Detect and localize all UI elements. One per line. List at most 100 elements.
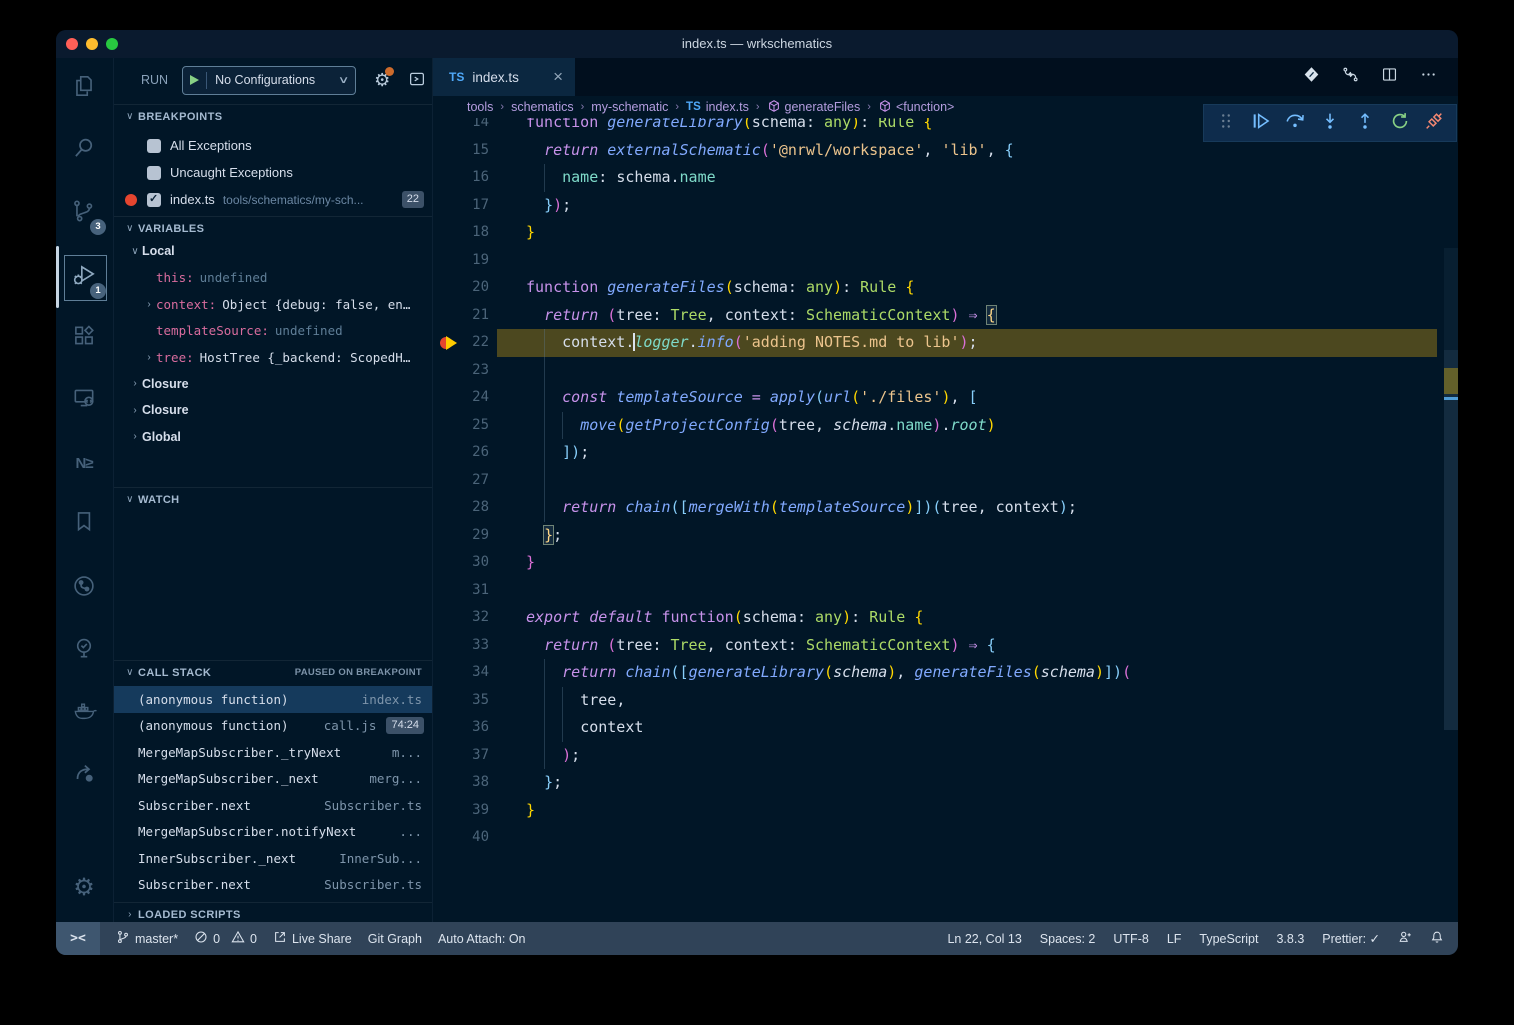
line-number[interactable]: 23: [433, 357, 489, 385]
breakpoint-checkbox[interactable]: [147, 166, 161, 180]
line-number[interactable]: 17: [433, 192, 489, 220]
line-number[interactable]: 21: [433, 302, 489, 330]
line-number[interactable]: 29: [433, 522, 489, 550]
call-stack-row[interactable]: InnerSubscriber._nextInnerSub...: [114, 845, 432, 872]
sidebar-item-search[interactable]: [56, 126, 112, 174]
line-number[interactable]: 34: [433, 659, 489, 687]
watch-section-header[interactable]: ∨ WATCH: [114, 487, 432, 512]
breakpoint-checkbox[interactable]: [147, 139, 161, 153]
status-item-ln-22-col-13[interactable]: Ln 22, Col 13: [947, 932, 1021, 946]
sidebar-item-explorer[interactable]: [56, 64, 112, 112]
call-stack-row[interactable]: (anonymous function)index.ts: [114, 686, 432, 713]
restart-button[interactable]: [1387, 110, 1413, 136]
variables-scope-row[interactable]: ›Closure: [114, 371, 432, 398]
debug-settings-gear-icon[interactable]: ⚙: [374, 70, 390, 91]
status-item-3-8-3[interactable]: 3.8.3: [1276, 932, 1304, 946]
line-number[interactable]: 37: [433, 742, 489, 770]
line-number[interactable]: 33: [433, 632, 489, 660]
line-number[interactable]: 35: [433, 687, 489, 715]
sidebar-item-remote-explorer[interactable]: [56, 376, 112, 424]
status-item-prettier-[interactable]: Prettier: ✓: [1322, 931, 1380, 946]
line-number[interactable]: 28: [433, 494, 489, 522]
drag-grip-button[interactable]: [1213, 110, 1239, 136]
status-item-bell[interactable]: [1430, 930, 1444, 947]
close-icon[interactable]: ×: [553, 67, 563, 87]
line-number[interactable]: 14: [433, 118, 489, 137]
remote-indicator[interactable]: ><: [56, 922, 100, 955]
line-number[interactable]: 39: [433, 797, 489, 825]
variables-scope-row[interactable]: ›Global: [114, 424, 432, 451]
breakpoint-row[interactable]: Uncaught Exceptions: [114, 159, 432, 186]
status-item-git-graph[interactable]: Git Graph: [368, 932, 422, 946]
variable-row[interactable]: ›tree:HostTree {_backend: ScopedH…: [114, 344, 432, 371]
line-number[interactable]: 31: [433, 577, 489, 605]
sidebar-item-git-graph[interactable]: [56, 564, 112, 612]
variable-row[interactable]: ›context:Object {debug: false, en…: [114, 291, 432, 318]
sidebar-item-live-share[interactable]: [56, 751, 112, 799]
more-actions-icon[interactable]: [1419, 65, 1438, 89]
status-item-lf[interactable]: LF: [1167, 932, 1182, 946]
sidebar-item-todo-tree[interactable]: [56, 626, 112, 674]
sidebar-item-bookmarks[interactable]: [56, 499, 112, 547]
call-stack-row[interactable]: Subscriber.nextSubscriber.ts: [114, 872, 432, 899]
sidebar-item-source-control[interactable]: 3: [56, 189, 112, 237]
step-into-button[interactable]: [1317, 110, 1343, 136]
split-editor-icon[interactable]: [1380, 65, 1399, 89]
line-number[interactable]: 30: [433, 549, 489, 577]
breakpoint-checkbox[interactable]: [147, 193, 161, 207]
breadcrumb-item[interactable]: TSindex.ts: [686, 100, 749, 114]
breakpoint-row[interactable]: All Exceptions: [114, 132, 432, 159]
code-area[interactable]: 14function generateLibrary(schema: any):…: [433, 118, 1458, 922]
overview-ruler[interactable]: [1444, 118, 1458, 922]
step-out-button[interactable]: [1352, 110, 1378, 136]
sidebar-item-settings[interactable]: ⚙: [56, 864, 112, 912]
line-number[interactable]: 40: [433, 824, 489, 852]
status-item-spaces-2[interactable]: Spaces: 2: [1040, 932, 1096, 946]
variable-row[interactable]: this:undefined: [114, 265, 432, 292]
status-item-feedback[interactable]: [1398, 930, 1412, 947]
variables-scope-row[interactable]: ›Closure: [114, 397, 432, 424]
breakpoint-row[interactable]: index.tstools/schematics/my-sch...22: [114, 186, 432, 213]
continue-button[interactable]: [1248, 110, 1274, 136]
debug-console-icon[interactable]: [408, 70, 426, 91]
status-item-liveshare[interactable]: Live Share: [273, 930, 352, 947]
sidebar-item-docker[interactable]: [56, 689, 112, 737]
line-number[interactable]: 19: [433, 247, 489, 275]
call-stack-row[interactable]: MergeMapSubscriber._nextmerg...: [114, 766, 432, 793]
sidebar-item-run-debug[interactable]: 1: [56, 253, 112, 301]
line-number[interactable]: 24: [433, 384, 489, 412]
start-debug-icon[interactable]: [190, 75, 199, 85]
breadcrumb-item[interactable]: tools: [467, 100, 493, 114]
call-stack-section-header[interactable]: ∨ CALL STACK PAUSED ON BREAKPOINT: [114, 660, 432, 685]
breadcrumb-item[interactable]: generateFiles: [767, 99, 861, 116]
status-item-utf-8[interactable]: UTF-8: [1113, 932, 1148, 946]
step-over-button[interactable]: [1282, 110, 1308, 136]
sidebar-item-extensions[interactable]: [56, 314, 112, 362]
line-number[interactable]: 18: [433, 219, 489, 247]
variable-row[interactable]: templateSource:undefined: [114, 318, 432, 345]
line-number[interactable]: 20: [433, 274, 489, 302]
scrollbar-thumb[interactable]: [1444, 350, 1458, 730]
sidebar-item-nx-console[interactable]: N≥: [56, 439, 112, 487]
gitlens-icon[interactable]: [1302, 65, 1321, 89]
breadcrumb-item[interactable]: my-schematic: [591, 100, 668, 114]
open-changes-icon[interactable]: [1341, 65, 1360, 89]
line-number[interactable]: 38: [433, 769, 489, 797]
line-number[interactable]: 16: [433, 164, 489, 192]
breadcrumb-item[interactable]: <function>: [878, 99, 954, 116]
call-stack-row[interactable]: MergeMapSubscriber._tryNextm...: [114, 739, 432, 766]
status-item-auto-attach-on[interactable]: Auto Attach: On: [438, 932, 526, 946]
breakpoints-section-header[interactable]: ∨ BREAKPOINTS: [114, 104, 432, 129]
line-number[interactable]: 15: [433, 137, 489, 165]
tab-index-ts[interactable]: TS index.ts ×: [433, 58, 575, 96]
line-number[interactable]: 25: [433, 412, 489, 440]
debug-configuration-dropdown[interactable]: No Configurations ∨: [182, 66, 356, 95]
line-number[interactable]: 32: [433, 604, 489, 632]
call-stack-row[interactable]: MergeMapSubscriber.notifyNext...: [114, 819, 432, 846]
call-stack-row[interactable]: (anonymous function)call.js74:24: [114, 713, 432, 740]
call-stack-row[interactable]: Subscriber.nextSubscriber.ts: [114, 792, 432, 819]
line-number[interactable]: 27: [433, 467, 489, 495]
status-item-typescript[interactable]: TypeScript: [1199, 932, 1258, 946]
variables-scope-row[interactable]: ∨Local: [114, 238, 432, 265]
status-item-problems[interactable]: 00: [194, 930, 257, 947]
